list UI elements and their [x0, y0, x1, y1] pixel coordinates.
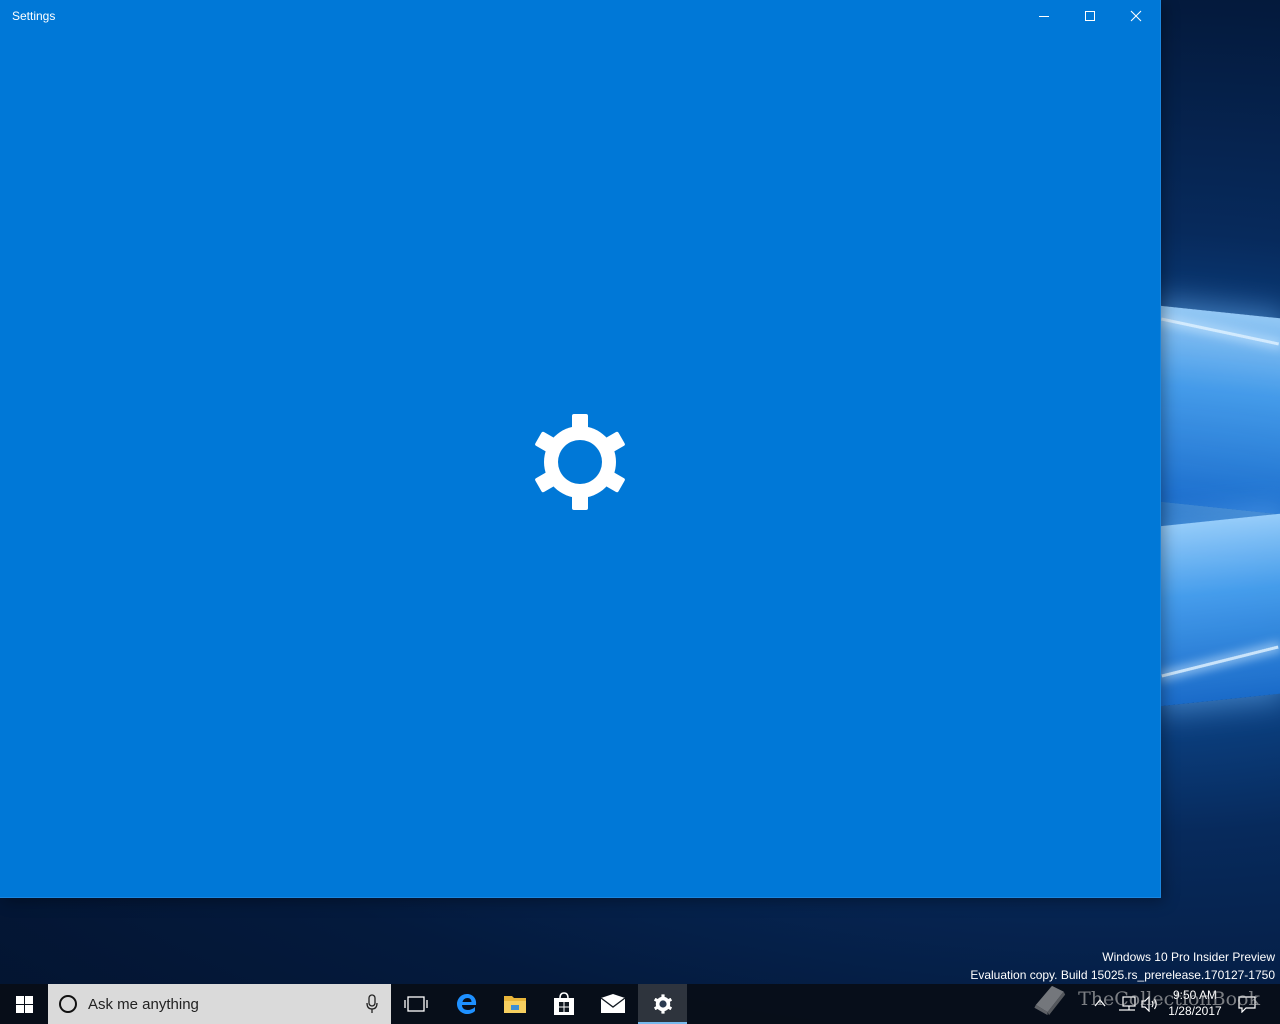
- close-icon: [1130, 10, 1142, 22]
- edge-button[interactable]: [443, 984, 491, 1024]
- edition-text: Windows 10 Pro Insider Preview: [1102, 950, 1275, 964]
- folder-icon: [504, 996, 526, 1013]
- store-bag-icon: [554, 992, 574, 1015]
- maximize-icon: [1085, 11, 1095, 21]
- mail-button[interactable]: [589, 984, 637, 1024]
- mail-icon: [600, 994, 626, 1013]
- cortana-circle-icon: [58, 994, 78, 1014]
- desktop: Settings Windows 10 Pro Insider Preview …: [0, 0, 1280, 1024]
- file-explorer-button[interactable]: [491, 984, 539, 1024]
- wallpaper-pane: [1160, 305, 1280, 515]
- start-button[interactable]: [0, 984, 48, 1024]
- site-logo-watermark: TheCollectionBook: [1030, 975, 1260, 1023]
- edge-icon: [457, 994, 477, 1014]
- search-box[interactable]: Ask me anything: [48, 984, 391, 1024]
- maximize-button[interactable]: [1067, 0, 1113, 32]
- book-icon: [1034, 985, 1066, 1016]
- title-bar[interactable]: Settings: [0, 0, 1160, 32]
- minimize-button[interactable]: [1021, 0, 1067, 32]
- windows-logo-icon: [15, 995, 33, 1013]
- gear-icon: [535, 414, 625, 510]
- window-title: Settings: [12, 9, 56, 23]
- search-placeholder: Ask me anything: [88, 995, 199, 1013]
- logo-text: TheCollectionBook: [1078, 988, 1260, 1010]
- task-view-icon: [404, 996, 428, 1012]
- microphone-icon[interactable]: [365, 994, 379, 1014]
- minimize-icon: [1039, 16, 1049, 17]
- settings-taskbar-button[interactable]: [638, 984, 687, 1024]
- task-view-button[interactable]: [392, 984, 440, 1024]
- gear-icon: [653, 994, 672, 1014]
- settings-window[interactable]: Settings: [0, 0, 1160, 897]
- store-button[interactable]: [540, 984, 588, 1024]
- wallpaper-pane: [1160, 513, 1280, 707]
- close-button[interactable]: [1113, 0, 1159, 32]
